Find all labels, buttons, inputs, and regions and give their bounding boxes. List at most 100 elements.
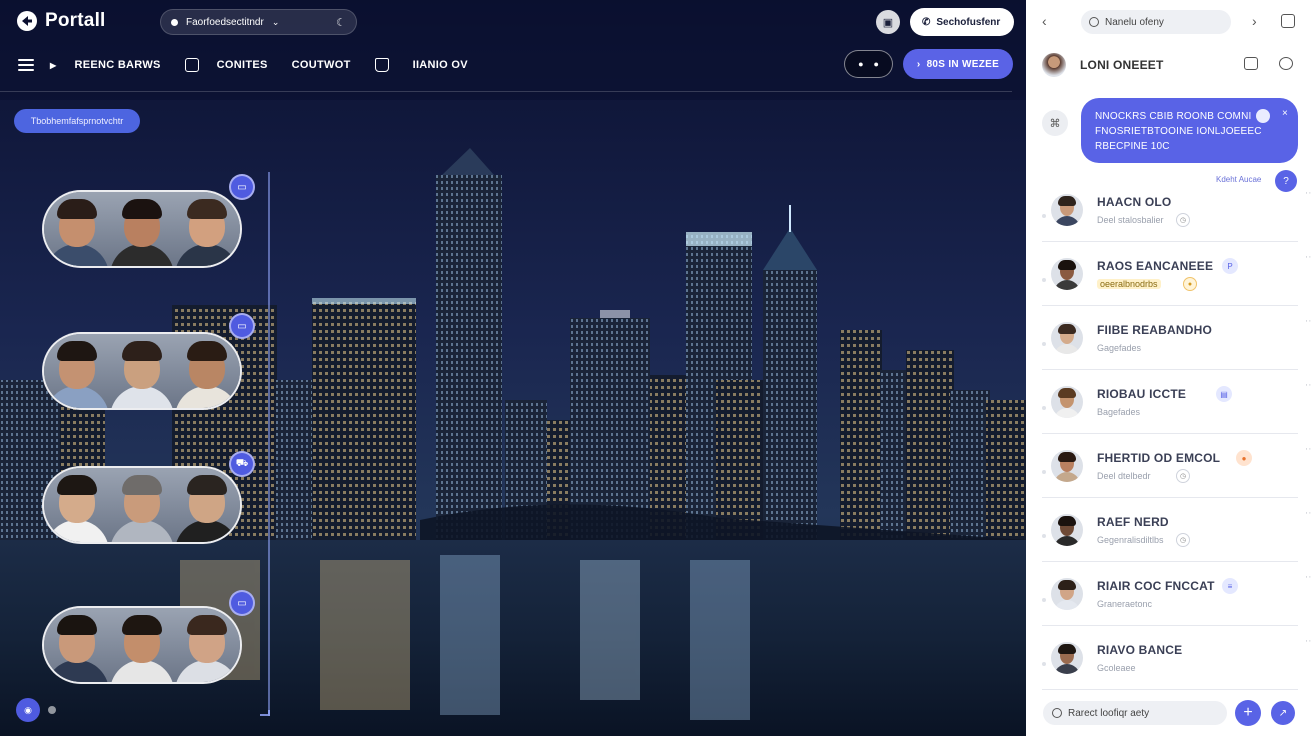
- avatar[interactable]: [1051, 258, 1083, 290]
- participant-video[interactable]: [44, 468, 110, 542]
- participant-group[interactable]: [42, 606, 242, 684]
- more-icon[interactable]: ∙∙: [1306, 188, 1312, 197]
- avatar-hair: [1058, 580, 1076, 590]
- primary-cta-button[interactable]: › 80S IN WEZEE: [903, 49, 1013, 79]
- participant-body: [44, 386, 109, 408]
- avatar[interactable]: [1051, 450, 1083, 482]
- app-logo[interactable]: Portall: [17, 10, 106, 32]
- participant-video[interactable]: [109, 192, 175, 266]
- group-badge-icon[interactable]: ▭: [229, 313, 255, 339]
- nav-item-1[interactable]: CONITES: [217, 59, 268, 71]
- participant-video[interactable]: [44, 334, 110, 408]
- nav-item-0[interactable]: REENC BARWS: [74, 59, 160, 71]
- top-bar: Portall Faorfoedsectitndr ⌄ ☾ ▣ ✆ Sechof…: [0, 0, 1026, 44]
- close-icon[interactable]: ×: [1282, 106, 1288, 121]
- contact-row[interactable]: RIAIR COC FNCCAT Graneraetonc ∙∙ ≡: [1042, 562, 1311, 626]
- forward-arrow-icon[interactable]: ›: [1252, 13, 1257, 29]
- avatar[interactable]: [1051, 578, 1083, 610]
- more-icon[interactable]: ∙∙: [1306, 572, 1312, 581]
- instagram-icon[interactable]: [1281, 14, 1295, 28]
- contact-row[interactable]: RIAVO BANCE Gcoleaee ∙∙: [1042, 626, 1311, 690]
- message-input[interactable]: Rarect loofiqr aety: [1043, 701, 1227, 725]
- pin-icon[interactable]: ⌘: [1042, 110, 1068, 136]
- workspace-select[interactable]: Faorfoedsectitndr ⌄ ☾: [160, 9, 357, 35]
- bag-icon[interactable]: [374, 58, 389, 72]
- participant-group[interactable]: [42, 190, 242, 268]
- message-status-icon: [1256, 109, 1270, 123]
- nav-item-3[interactable]: IIANIO OV: [413, 59, 468, 71]
- send-button[interactable]: ↗: [1271, 701, 1295, 725]
- message-bubble[interactable]: NNOCKRS CBIB ROONB COMNI FNOSRIETBTOOINE…: [1081, 98, 1298, 163]
- contact-name: FHERTID OD EMCOL: [1097, 451, 1221, 465]
- avatar[interactable]: [1051, 322, 1083, 354]
- back-arrow-icon[interactable]: ‹: [1042, 13, 1047, 29]
- group-badge-icon[interactable]: ⛟: [229, 451, 255, 477]
- participant-video[interactable]: [174, 192, 240, 266]
- avatar[interactable]: [1051, 386, 1083, 418]
- participant-video[interactable]: [44, 608, 110, 682]
- phone-icon: ✆: [922, 16, 931, 28]
- bag-icon[interactable]: [1244, 57, 1258, 70]
- nav-item-2[interactable]: COUTWOT: [292, 59, 351, 71]
- participant-hair: [56, 615, 97, 636]
- chat-panel: ‹ Nanelu ofeny › LONI ONEEET ⌘ NNOCKRS C…: [1026, 0, 1312, 736]
- contact-tag-icon: ▤: [1216, 386, 1232, 402]
- participant-body: [175, 660, 240, 682]
- call-search-button[interactable]: ✆ Sechofusfenr: [910, 8, 1014, 36]
- contact-row[interactable]: HAACN OLO Deel stalosbalier ∙∙ ◷: [1042, 178, 1311, 242]
- participant-video[interactable]: [44, 192, 110, 266]
- avatar[interactable]: [1051, 194, 1083, 226]
- contact-row[interactable]: FIIBE REABANDHO Gagefades ∙∙: [1042, 306, 1311, 370]
- participant-video[interactable]: [109, 468, 175, 542]
- add-button[interactable]: +: [1235, 700, 1261, 726]
- view-toggle[interactable]: ● ●: [844, 50, 893, 78]
- participant-group[interactable]: [42, 332, 242, 410]
- screen-share-button[interactable]: ▣: [876, 10, 900, 34]
- unread-dot: [1042, 662, 1046, 666]
- participant-video[interactable]: [174, 468, 240, 542]
- avatar[interactable]: [1051, 642, 1083, 674]
- contact-row[interactable]: RAEF NERD Gegenralisdiltlbs ∙∙ ◷: [1042, 498, 1311, 562]
- filter-chip[interactable]: Tbobhemfafsprnotvchtr: [14, 109, 140, 133]
- contact-status: Graneraetonc: [1097, 599, 1153, 609]
- contact-row[interactable]: RIOBAU ICCTE Bagefades ∙∙ ▤: [1042, 370, 1311, 434]
- gallery-icon[interactable]: [184, 58, 199, 72]
- group-badge-icon[interactable]: ▭: [229, 174, 255, 200]
- avatar[interactable]: [1051, 514, 1083, 546]
- status-dot-icon: [171, 18, 178, 26]
- contact-name: RAEF NERD: [1097, 515, 1169, 529]
- play-icon: ▶: [50, 60, 57, 70]
- record-button[interactable]: ◉: [16, 698, 40, 722]
- contact-row[interactable]: FHERTID OD EMCOL Deel dtelbedr ∙∙ ● ◷: [1042, 434, 1311, 498]
- panel-search-input[interactable]: Nanelu ofeny: [1081, 10, 1231, 34]
- participant-video[interactable]: [109, 608, 175, 682]
- more-icon[interactable]: ∙∙: [1306, 252, 1312, 261]
- heart-icon[interactable]: [1279, 57, 1293, 70]
- group-badge-icon[interactable]: ▭: [229, 590, 255, 616]
- unread-dot: [1042, 214, 1046, 218]
- contact-name: FIIBE REABANDHO: [1097, 323, 1213, 337]
- participant-group[interactable]: [42, 466, 242, 544]
- avatar-body: [1054, 536, 1080, 546]
- more-icon[interactable]: ∙∙: [1306, 444, 1312, 453]
- more-icon[interactable]: ∙∙: [1306, 380, 1312, 389]
- more-icon[interactable]: ∙∙: [1306, 316, 1312, 325]
- participant-video[interactable]: [174, 334, 240, 408]
- primary-cta-label: 80S IN WEZEE: [926, 58, 1000, 70]
- participant-hair: [187, 475, 228, 496]
- unread-dot: [1042, 342, 1046, 346]
- page-indicator-dot[interactable]: [48, 706, 56, 714]
- more-icon[interactable]: ∙∙: [1306, 636, 1312, 645]
- timeline-end: [260, 710, 270, 716]
- moon-icon[interactable]: ☾: [336, 16, 346, 29]
- unread-dot: [1042, 278, 1046, 282]
- more-icon[interactable]: ∙∙: [1306, 508, 1312, 517]
- unread-dot: [1042, 470, 1046, 474]
- avatar[interactable]: [1042, 53, 1066, 77]
- participant-video[interactable]: [174, 608, 240, 682]
- bottom-left-controls: ◉: [16, 698, 56, 722]
- participant-hair: [56, 341, 97, 362]
- contact-row[interactable]: RAOS EANCANEEE oeeralbnodrbs ∙∙ P ●: [1042, 242, 1311, 306]
- participant-video[interactable]: [109, 334, 175, 408]
- hamburger-menu-icon[interactable]: [18, 59, 34, 71]
